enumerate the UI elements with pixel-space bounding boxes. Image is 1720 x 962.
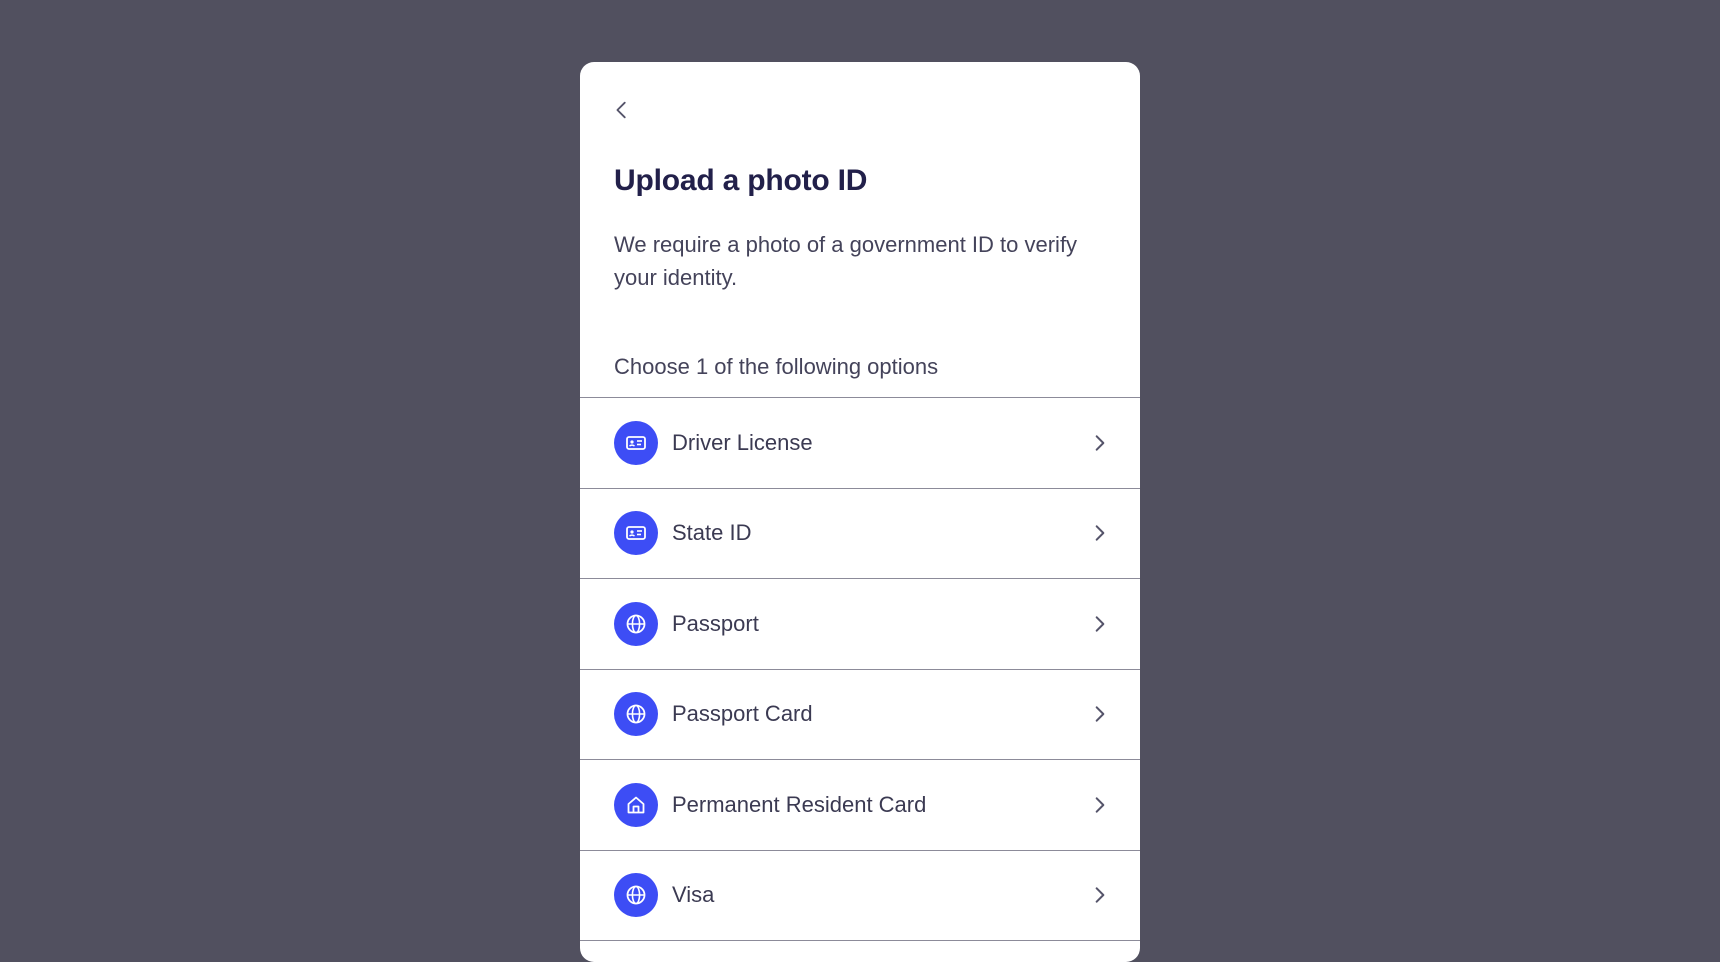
- id-card-icon: [614, 420, 658, 465]
- option-permanent-resident-card[interactable]: Permanent Resident Card: [580, 760, 1140, 851]
- page-description: We require a photo of a government ID to…: [614, 232, 1078, 290]
- option-label: Driver License: [672, 429, 813, 455]
- globe-icon: [614, 873, 658, 918]
- globe-icon: [614, 601, 658, 646]
- option-label: Passport: [672, 610, 759, 636]
- option-label: Permanent Resident Card: [672, 791, 927, 817]
- id-card-icon: [614, 511, 658, 556]
- chevron-right-icon: [1088, 793, 1112, 817]
- id-options-list: Driver License State ID Passport Passpor…: [580, 397, 1140, 941]
- chevron-right-icon: [1088, 431, 1112, 455]
- option-driver-license[interactable]: Driver License: [580, 398, 1140, 489]
- option-label: Visa: [672, 882, 715, 908]
- option-visa[interactable]: Visa: [580, 851, 1140, 941]
- id-selection-card: Upload a photo ID We require a photo of …: [580, 62, 1140, 962]
- option-state-id[interactable]: State ID: [580, 489, 1140, 579]
- chevron-left-icon: [616, 101, 626, 119]
- option-passport[interactable]: Passport: [580, 579, 1140, 670]
- back-button[interactable]: [600, 88, 644, 132]
- chevron-right-icon: [1088, 883, 1112, 907]
- options-label: Choose 1 of the following options: [614, 354, 939, 379]
- option-label: State ID: [672, 520, 752, 546]
- home-icon: [614, 782, 658, 827]
- chevron-right-icon: [1088, 521, 1112, 545]
- chevron-right-icon: [1088, 702, 1112, 726]
- globe-icon: [614, 692, 658, 737]
- chevron-right-icon: [1088, 612, 1112, 636]
- option-passport-card[interactable]: Passport Card: [580, 670, 1140, 760]
- option-label: Passport Card: [672, 701, 813, 727]
- page-title: Upload a photo ID: [614, 164, 868, 197]
